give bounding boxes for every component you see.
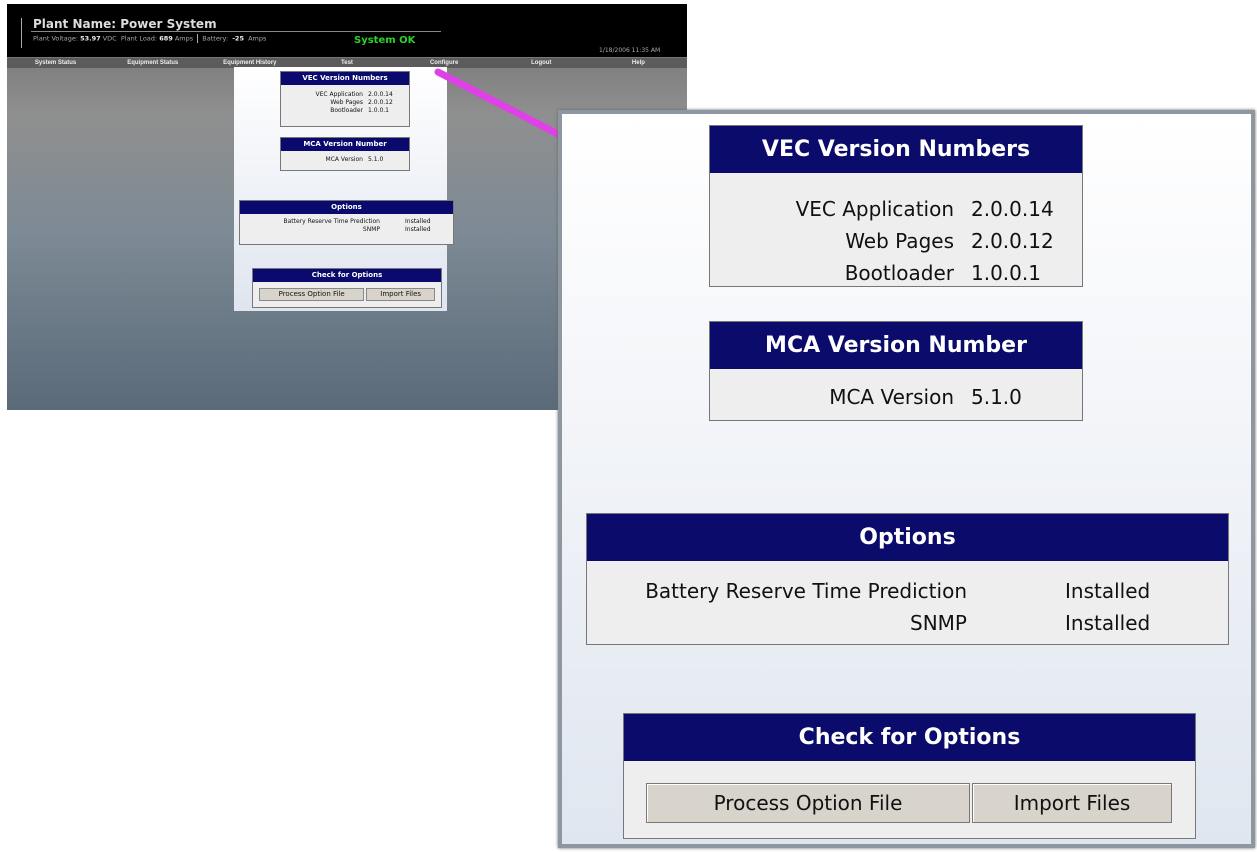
- small-content-panel: VEC Version Numbers VEC Application 2.0.0…: [234, 67, 454, 311]
- small-mca-value: 5.1.0: [368, 156, 384, 163]
- small-check-header: Check for Options: [253, 269, 441, 282]
- small-vec-label: Web Pages: [330, 99, 363, 106]
- options-header: Options: [587, 514, 1228, 561]
- web-pages-value: 2.0.0.12: [971, 229, 1054, 253]
- small-vec-value: 2.0.0.12: [368, 99, 393, 106]
- option-status: Installed: [1065, 611, 1151, 635]
- zoomed-panel: VEC Version Numbers VEC Application 2.0.0…: [558, 110, 1255, 848]
- small-option-label: Battery Reserve Time Prediction: [283, 218, 380, 225]
- options-box: Options Battery Reserve Time Prediction I…: [586, 513, 1229, 645]
- small-options-box: Options Battery Reserve Time Prediction I…: [239, 200, 454, 245]
- small-vec-box: VEC Version Numbers VEC Application 2.0.0…: [280, 71, 410, 127]
- plant-name-title: Plant Name: Power System: [33, 17, 217, 31]
- small-import-files-button[interactable]: Import Files: [366, 288, 435, 301]
- small-check-box: Check for Options Process Option File Im…: [252, 268, 442, 308]
- voltage-label: Plant Voltage:: [33, 34, 79, 43]
- vec-application-value: 2.0.0.14: [971, 197, 1054, 221]
- load-unit: Amps: [174, 34, 194, 43]
- small-vec-header: VEC Version Numbers: [281, 72, 409, 85]
- readings-separator: [197, 34, 199, 43]
- small-process-option-file-button[interactable]: Process Option File: [259, 288, 365, 301]
- system-status-indicator: System OK: [354, 35, 416, 46]
- bootloader-value: 1.0.0.1: [971, 261, 1041, 285]
- web-pages-label: Web Pages: [845, 229, 954, 253]
- small-option-label: SNMP: [362, 226, 380, 233]
- mca-version-label: MCA Version: [829, 385, 954, 409]
- top-status-bar: Plant Name: Power System Plant Voltage: …: [7, 4, 687, 57]
- title-underline: [31, 31, 441, 32]
- voltage-value: 53.97: [80, 34, 101, 43]
- load-value: 689: [159, 34, 173, 43]
- date-time: 1/18/2006 11:35 AM: [599, 47, 661, 54]
- plant-readings: Plant Voltage: 53.97 VDC Plant Load: 689…: [33, 34, 266, 43]
- check-options-header: Check for Options: [624, 714, 1195, 761]
- title-divider: [21, 18, 22, 48]
- nav-equipment-status[interactable]: Equipment Status: [104, 58, 201, 68]
- mca-version-header: MCA Version Number: [710, 322, 1082, 369]
- battery-value: -25: [232, 34, 244, 43]
- voltage-unit: VDC: [102, 34, 117, 43]
- small-mca-box: MCA Version Number MCA Version 5.1.0: [280, 137, 410, 171]
- small-mca-header: MCA Version Number: [281, 138, 409, 151]
- small-vec-label: Bootloader: [330, 107, 363, 114]
- process-option-file-button[interactable]: Process Option File: [646, 783, 970, 823]
- mca-version-value: 5.1.0: [971, 385, 1022, 409]
- battery-unit: Amps: [248, 34, 267, 43]
- mca-version-box: MCA Version Number MCA Version 5.1.0: [709, 321, 1083, 421]
- option-name: Battery Reserve Time Prediction: [645, 579, 967, 603]
- small-vec-value: 1.0.0.1: [368, 107, 389, 114]
- small-option-value: Installed: [405, 218, 431, 225]
- small-mca-label: MCA Version: [325, 156, 363, 163]
- small-vec-label: VEC Application: [315, 91, 363, 98]
- import-files-button[interactable]: Import Files: [972, 783, 1172, 823]
- vec-version-header: VEC Version Numbers: [710, 126, 1082, 173]
- bootloader-label: Bootloader: [844, 261, 954, 285]
- load-label: Plant Load:: [120, 34, 158, 43]
- small-vec-value: 2.0.0.14: [368, 91, 393, 98]
- option-name: SNMP: [910, 611, 967, 635]
- battery-label: Battery:: [202, 34, 229, 43]
- check-options-box: Check for Options Process Option File Im…: [623, 713, 1196, 839]
- small-option-value: Installed: [405, 226, 431, 233]
- vec-application-label: VEC Application: [795, 197, 954, 221]
- option-status: Installed: [1065, 579, 1151, 603]
- nav-system-status[interactable]: System Status: [7, 58, 104, 68]
- small-options-header: Options: [240, 201, 453, 214]
- vec-version-box: VEC Version Numbers VEC Application 2.0.0…: [709, 125, 1083, 287]
